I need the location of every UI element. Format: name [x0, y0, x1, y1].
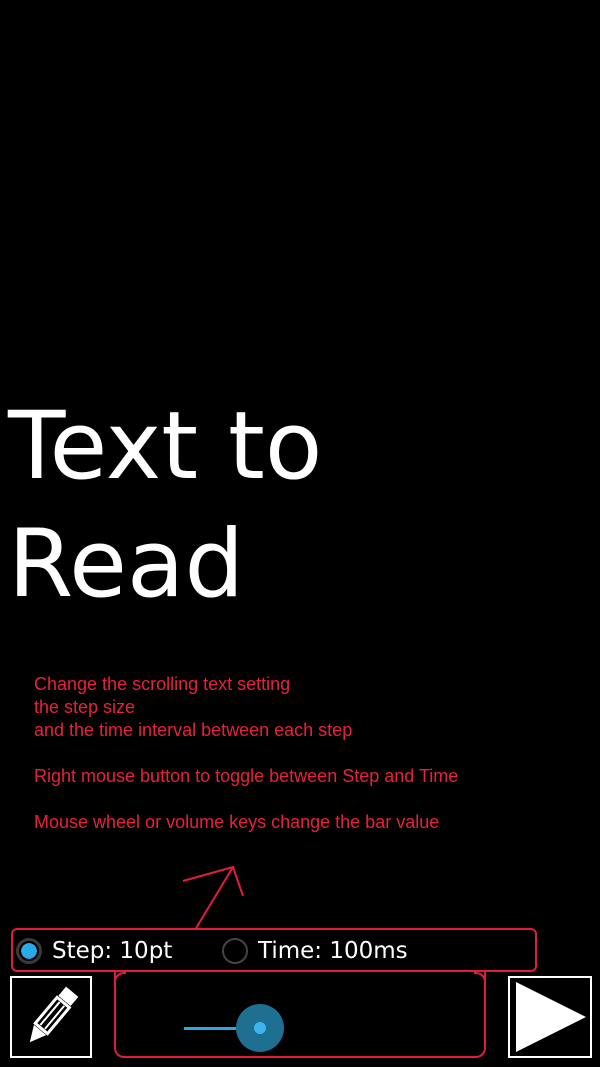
reading-text-line-2: Read	[8, 510, 245, 619]
time-radio[interactable]: Time: 100ms	[222, 934, 408, 968]
reading-text-line-1: Text to	[8, 392, 323, 501]
slider-highlight	[114, 972, 486, 1058]
reading-text: Text to Read	[8, 388, 568, 624]
help-line-2: the step size	[34, 697, 136, 717]
help-line-4: Right mouse button to toggle between Ste…	[34, 766, 459, 786]
value-slider-thumb-center	[254, 1022, 266, 1034]
help-annotation: Change the scrolling text setting the st…	[34, 673, 574, 834]
annotation-arrow-icon	[182, 865, 244, 931]
radio-unchecked-icon	[222, 938, 248, 964]
help-gap	[34, 742, 574, 765]
radio-checked-icon	[16, 938, 42, 964]
step-radio-label: Step: 10pt	[52, 938, 173, 964]
edit-button[interactable]	[10, 976, 92, 1058]
help-line-1: Change the scrolling text setting	[34, 674, 291, 694]
help-line-5: Mouse wheel or volume keys change the ba…	[34, 812, 440, 832]
help-line-3: and the time interval between each step	[34, 720, 353, 740]
play-button[interactable]	[508, 976, 592, 1058]
pencil-icon	[29, 986, 79, 1043]
step-radio[interactable]: Step: 10pt	[16, 934, 172, 968]
time-radio-label: Time: 100ms	[258, 938, 408, 964]
play-icon	[516, 982, 586, 1052]
help-gap	[34, 788, 574, 811]
